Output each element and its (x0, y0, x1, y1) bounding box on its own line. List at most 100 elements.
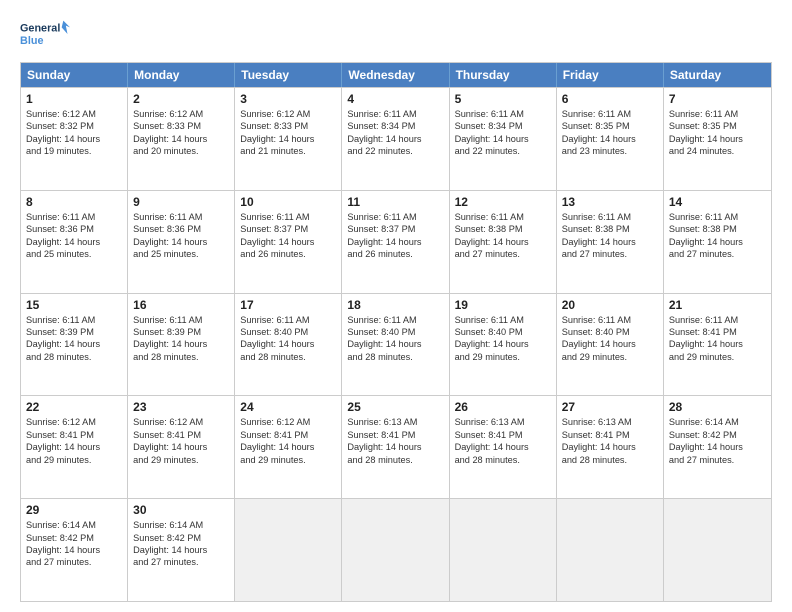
calendar-cell: 13Sunrise: 6:11 AMSunset: 8:38 PMDayligh… (557, 191, 664, 293)
day-number: 9 (133, 195, 229, 209)
calendar-cell (664, 499, 771, 601)
cell-info-line: Sunset: 8:40 PM (562, 326, 658, 338)
cell-info-line: and 19 minutes. (26, 145, 122, 157)
cell-info-line: Sunrise: 6:11 AM (669, 211, 766, 223)
day-number: 5 (455, 92, 551, 106)
cell-info-line: Sunrise: 6:12 AM (240, 108, 336, 120)
cell-info-line: Sunset: 8:35 PM (669, 120, 766, 132)
cell-info-line: Sunrise: 6:13 AM (455, 416, 551, 428)
cell-info-line: Sunset: 8:38 PM (669, 223, 766, 235)
cell-info-line: Sunrise: 6:11 AM (347, 211, 443, 223)
logo-svg: General Blue (20, 16, 70, 52)
calendar-cell: 2Sunrise: 6:12 AMSunset: 8:33 PMDaylight… (128, 88, 235, 190)
cell-info-line: Sunrise: 6:14 AM (133, 519, 229, 531)
header: General Blue (20, 16, 772, 52)
calendar-cell: 1Sunrise: 6:12 AMSunset: 8:32 PMDaylight… (21, 88, 128, 190)
cell-info-line: and 28 minutes. (240, 351, 336, 363)
cell-info-line: Daylight: 14 hours (562, 133, 658, 145)
day-number: 25 (347, 400, 443, 414)
day-number: 22 (26, 400, 122, 414)
cell-info-line: Sunrise: 6:11 AM (562, 314, 658, 326)
cell-info-line: Sunrise: 6:12 AM (133, 416, 229, 428)
calendar-body: 1 Sunrise: 6:12 AM Sunset: 8:32 PM Daylight… (21, 87, 771, 601)
day-number: 16 (133, 298, 229, 312)
cell-info-line: and 27 minutes. (133, 556, 229, 568)
calendar-cell: 15Sunrise: 6:11 AMSunset: 8:39 PMDayligh… (21, 294, 128, 396)
cell-info-line: Sunset: 8:42 PM (133, 532, 229, 544)
cell-info-line: Sunrise: 6:12 AM (240, 416, 336, 428)
cell-info-line: Daylight: 14 hours (669, 441, 766, 453)
cell-info-line: and 29 minutes. (26, 454, 122, 466)
calendar-cell: 3Sunrise: 6:12 AMSunset: 8:33 PMDaylight… (235, 88, 342, 190)
day-number: 11 (347, 195, 443, 209)
calendar-cell: 7Sunrise: 6:11 AMSunset: 8:35 PMDaylight… (664, 88, 771, 190)
cell-info-line: Sunrise: 6:11 AM (240, 314, 336, 326)
cell-info-line: Sunset: 8:40 PM (240, 326, 336, 338)
cell-info-line: Sunrise: 6:12 AM (133, 108, 229, 120)
cell-info-line: Sunset: 8:41 PM (347, 429, 443, 441)
day-number: 24 (240, 400, 336, 414)
cell-info-line: and 29 minutes. (669, 351, 766, 363)
cell-info-line: Sunrise: 6:11 AM (669, 108, 766, 120)
day-number: 1 (26, 92, 122, 106)
calendar-cell: 16Sunrise: 6:11 AMSunset: 8:39 PMDayligh… (128, 294, 235, 396)
calendar: SundayMondayTuesdayWednesdayThursdayFrid… (20, 62, 772, 602)
day-number: 15 (26, 298, 122, 312)
day-number: 20 (562, 298, 658, 312)
day-number: 12 (455, 195, 551, 209)
cell-info-line: Sunset: 8:40 PM (347, 326, 443, 338)
day-number: 13 (562, 195, 658, 209)
calendar-cell: 28Sunrise: 6:14 AMSunset: 8:42 PMDayligh… (664, 396, 771, 498)
cell-info-line: Daylight: 14 hours (455, 338, 551, 350)
cell-info-line: Daylight: 14 hours (133, 133, 229, 145)
cell-info-line: Sunrise: 6:13 AM (347, 416, 443, 428)
cell-info-line: and 28 minutes. (347, 454, 443, 466)
cell-info-line: Daylight: 14 hours (240, 236, 336, 248)
cell-info-line: Sunset: 8:33 PM (133, 120, 229, 132)
cell-info-line: Daylight: 14 hours (133, 236, 229, 248)
cell-info-line: Daylight: 14 hours (562, 236, 658, 248)
cell-info-line: Daylight: 14 hours (347, 133, 443, 145)
calendar-header: SundayMondayTuesdayWednesdayThursdayFrid… (21, 63, 771, 87)
cell-info-line: Sunrise: 6:11 AM (26, 211, 122, 223)
day-number: 7 (669, 92, 766, 106)
cell-info-line: Sunrise: 6:11 AM (26, 314, 122, 326)
cell-info-line: Sunrise: 6:12 AM (26, 416, 122, 428)
calendar-cell: 27Sunrise: 6:13 AMSunset: 8:41 PMDayligh… (557, 396, 664, 498)
day-number: 8 (26, 195, 122, 209)
calendar-row: 29Sunrise: 6:14 AMSunset: 8:42 PMDayligh… (21, 498, 771, 601)
cell-info-line: Sunset: 8:41 PM (240, 429, 336, 441)
day-number: 14 (669, 195, 766, 209)
calendar-cell (235, 499, 342, 601)
weekday-header: Sunday (21, 63, 128, 87)
calendar-cell: 20Sunrise: 6:11 AMSunset: 8:40 PMDayligh… (557, 294, 664, 396)
cell-info-line: Daylight: 14 hours (347, 441, 443, 453)
cell-info-line: Daylight: 14 hours (455, 133, 551, 145)
cell-info-line: Sunrise: 6:13 AM (562, 416, 658, 428)
weekday-header: Monday (128, 63, 235, 87)
cell-info-line: Sunset: 8:34 PM (455, 120, 551, 132)
calendar-cell: 14Sunrise: 6:11 AMSunset: 8:38 PMDayligh… (664, 191, 771, 293)
cell-info-line: Daylight: 14 hours (26, 338, 122, 350)
cell-info-line: Sunset: 8:41 PM (562, 429, 658, 441)
cell-info-line: Daylight: 14 hours (455, 236, 551, 248)
cell-info-line: Daylight: 14 hours (26, 544, 122, 556)
cell-info-line: and 29 minutes. (455, 351, 551, 363)
weekday-header: Wednesday (342, 63, 449, 87)
cell-info-line: and 21 minutes. (240, 145, 336, 157)
cell-info-line: Sunset: 8:36 PM (133, 223, 229, 235)
calendar-cell: 22Sunrise: 6:12 AMSunset: 8:41 PMDayligh… (21, 396, 128, 498)
cell-info-line: Sunset: 8:36 PM (26, 223, 122, 235)
cell-info-line: Daylight: 14 hours (240, 133, 336, 145)
cell-info-line: Sunrise: 6:11 AM (347, 314, 443, 326)
cell-info-line: Sunrise: 6:14 AM (26, 519, 122, 531)
calendar-cell: 24Sunrise: 6:12 AMSunset: 8:41 PMDayligh… (235, 396, 342, 498)
cell-info-line: Sunset: 8:42 PM (26, 532, 122, 544)
cell-info-line: and 28 minutes. (562, 454, 658, 466)
calendar-cell: 23Sunrise: 6:12 AMSunset: 8:41 PMDayligh… (128, 396, 235, 498)
cell-info-line: Sunset: 8:32 PM (26, 120, 122, 132)
cell-info-line: Daylight: 14 hours (455, 441, 551, 453)
cell-info-line: and 29 minutes. (562, 351, 658, 363)
calendar-cell: 21Sunrise: 6:11 AMSunset: 8:41 PMDayligh… (664, 294, 771, 396)
page: General Blue SundayMondayTuesdayWednesda… (0, 0, 792, 612)
